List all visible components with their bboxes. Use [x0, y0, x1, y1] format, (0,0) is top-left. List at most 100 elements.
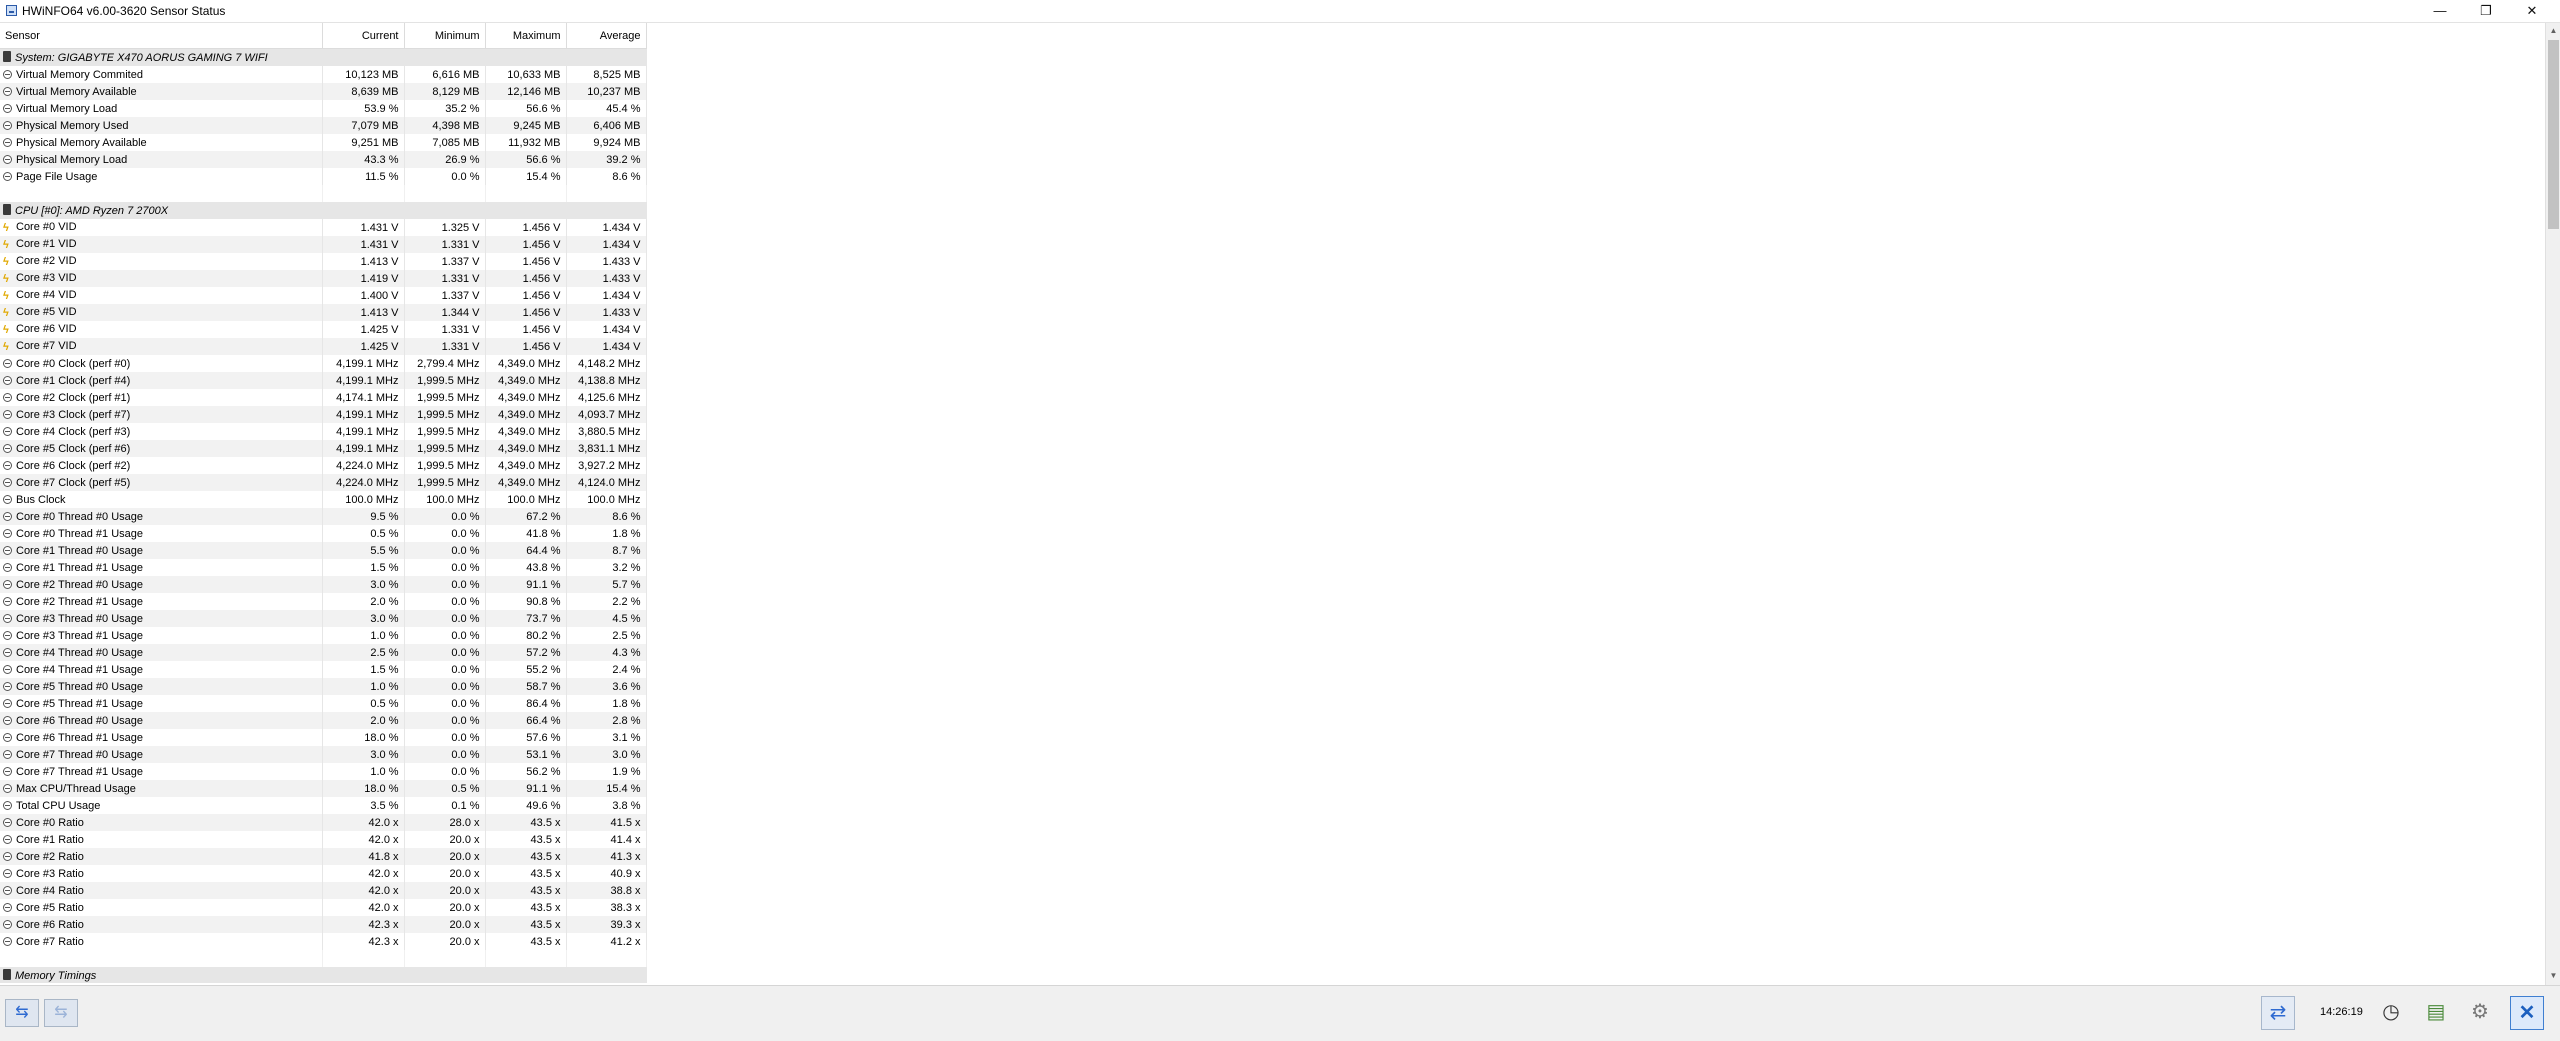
sensor-average-value: 6,406 MB — [566, 117, 647, 134]
restore-button[interactable]: ❐ — [2463, 0, 2509, 22]
sensor-row[interactable]: Core #2 Thread #1 Usage 2.0 % 0.0 % 90.8 % 2… — [0, 593, 647, 610]
sensor-row[interactable]: Core #6 Thread #1 Usage 18.0 % 0.0 % 57.6 %… — [0, 729, 647, 746]
chip-icon — [3, 203, 11, 215]
circle-icon — [3, 732, 12, 742]
circle-icon — [3, 579, 12, 589]
sensor-row[interactable]: ϟ Core #5 VID 1.413 V 1.344 V 1.456 V 1.433 V — [0, 304, 647, 321]
column-header-minimum[interactable]: Minimum — [404, 23, 486, 49]
sensor-row[interactable]: Virtual Memory Load 53.9 % 35.2 % 56.6 % 45.… — [0, 100, 647, 117]
sensor-row[interactable]: Core #0 Thread #1 Usage 0.5 % 0.0 % 41.8 % 1… — [0, 525, 647, 542]
sensor-row[interactable]: Core #0 Thread #0 Usage 9.5 % 0.0 % 67.2 % 8… — [0, 508, 647, 525]
column-header-current[interactable]: Current — [322, 23, 405, 49]
sensor-row[interactable]: Core #5 Clock (perf #6) 4,199.1 MHz 1,999.… — [0, 440, 647, 457]
sensor-row[interactable]: Core #7 Ratio 42.3 x 20.0 x 43.5 x 41.2 x — [0, 933, 647, 950]
sensor-row[interactable]: Core #5 Thread #1 Usage 0.5 % 0.0 % 86.4 % 1… — [0, 695, 647, 712]
group-empty-cell — [404, 202, 486, 219]
sensor-row[interactable]: Physical Memory Load 43.3 % 26.9 % 56.6 % 39… — [0, 151, 647, 168]
sensor-current-value: 3.5 % — [322, 797, 405, 814]
sensor-group-row[interactable]: Memory Timings — [0, 967, 647, 983]
sensor-row[interactable]: ϟ Core #4 VID 1.400 V 1.337 V 1.456 V 1.434 V — [0, 287, 647, 304]
sensor-average-value: 41.2 x — [566, 933, 647, 950]
sensor-label: Core #1 Thread #1 Usage — [16, 561, 143, 574]
scroll-thumb[interactable] — [2548, 40, 2559, 229]
sensor-row[interactable]: ϟ Core #0 VID 1.431 V 1.325 V 1.456 V 1.434 V — [0, 219, 647, 236]
sensor-current-value: 4,199.1 MHz — [322, 406, 405, 423]
sensor-row[interactable]: Virtual Memory Available 8,639 MB 8,129 MB… — [0, 83, 647, 100]
circle-icon — [3, 885, 12, 895]
navigate-prev-button[interactable]: ⇆ — [5, 999, 39, 1027]
sensor-row[interactable]: Core #6 Thread #0 Usage 2.0 % 0.0 % 66.4 % 2… — [0, 712, 647, 729]
sensor-row[interactable]: Total CPU Usage 3.5 % 0.1 % 49.6 % 3.8 % — [0, 797, 647, 814]
sensor-row[interactable]: Core #4 Clock (perf #3) 4,199.1 MHz 1,999.… — [0, 423, 647, 440]
column-header-sensor[interactable]: Sensor — [0, 23, 323, 49]
sensor-group-row[interactable]: CPU [#0]: AMD Ryzen 7 2700X — [0, 202, 647, 219]
sensor-row[interactable]: ϟ Core #3 VID 1.419 V 1.331 V 1.456 V 1.433 V — [0, 270, 647, 287]
sensor-row[interactable]: Max CPU/Thread Usage 18.0 % 0.5 % 91.1 % 15.… — [0, 780, 647, 797]
sensor-row[interactable]: Core #7 Thread #1 Usage 1.0 % 0.0 % 56.2 % 1… — [0, 763, 647, 780]
sensor-row[interactable]: Physical Memory Available 9,251 MB 7,085 M… — [0, 134, 647, 151]
sensor-row[interactable]: Core #7 Thread #0 Usage 3.0 % 0.0 % 53.1 % 3… — [0, 746, 647, 763]
sensor-maximum-value: 11,932 MB — [485, 134, 567, 151]
sensor-maximum-value: 12,146 MB — [485, 83, 567, 100]
exit-button[interactable]: ✕ — [2510, 996, 2544, 1030]
sensor-current-value: 1.5 % — [322, 559, 405, 576]
sensor-minimum-value: 20.0 x — [404, 831, 486, 848]
sensor-row[interactable]: Core #5 Thread #0 Usage 1.0 % 0.0 % 58.7 % 3… — [0, 678, 647, 695]
sensor-current-value: 9,251 MB — [322, 134, 405, 151]
scroll-down-arrow-icon[interactable]: ▼ — [2546, 968, 2560, 984]
sensor-minimum-value: 1,999.5 MHz — [404, 372, 486, 389]
sensor-row[interactable]: Core #3 Thread #0 Usage 3.0 % 0.0 % 73.7 % 4… — [0, 610, 647, 627]
save-report-button[interactable]: ▤ — [2419, 996, 2453, 1030]
sensor-row[interactable]: Core #4 Thread #0 Usage 2.5 % 0.0 % 57.2 % 4… — [0, 644, 647, 661]
vertical-scrollbar[interactable]: ▲ ▼ — [2545, 23, 2560, 985]
sensor-row[interactable]: Core #2 Thread #0 Usage 3.0 % 0.0 % 91.1 % 5… — [0, 576, 647, 593]
sensor-minimum-value: 28.0 x — [404, 814, 486, 831]
sensor-row[interactable]: Core #4 Ratio 42.0 x 20.0 x 43.5 x 38.8 x — [0, 882, 647, 899]
sensor-row[interactable]: Core #0 Clock (perf #0) 4,199.1 MHz 2,799.… — [0, 355, 647, 372]
close-button[interactable]: ✕ — [2509, 0, 2555, 22]
sensor-minimum-value: 1.337 V — [404, 253, 486, 270]
sensor-row[interactable]: Page File Usage 11.5 % 0.0 % 15.4 % 8.6 % — [0, 168, 647, 185]
settings-button[interactable]: ⚙ — [2463, 996, 2497, 1030]
sensor-current-value: 0.5 % — [322, 525, 405, 542]
network-sync-button[interactable]: ⇄ — [2261, 996, 2295, 1030]
sensor-row[interactable]: Core #2 Ratio 41.8 x 20.0 x 43.5 x 41.3 x — [0, 848, 647, 865]
sensor-group-row[interactable]: System: GIGABYTE X470 AORUS GAMING 7 WIF… — [0, 48, 647, 66]
sensor-row[interactable]: Core #0 Ratio 42.0 x 28.0 x 43.5 x 41.5 x — [0, 814, 647, 831]
sensor-minimum-value: 0.1 % — [404, 797, 486, 814]
circle-icon — [3, 698, 12, 708]
sensor-row[interactable]: Bus Clock 100.0 MHz 100.0 MHz 100.0 MHz 100.… — [0, 491, 647, 508]
column-header-maximum[interactable]: Maximum — [485, 23, 567, 49]
sensor-current-value: 1.413 V — [322, 253, 405, 270]
sensor-name-cell: Physical Memory Available — [0, 134, 323, 151]
navigate-next-button[interactable]: ⇆ — [44, 999, 78, 1027]
sensor-row[interactable]: ϟ Core #2 VID 1.413 V 1.337 V 1.456 V 1.433 V — [0, 253, 647, 270]
sensor-row[interactable]: Core #1 Ratio 42.0 x 20.0 x 43.5 x 41.4 x — [0, 831, 647, 848]
sensor-row[interactable]: Core #2 Clock (perf #1) 4,174.1 MHz 1,999.… — [0, 389, 647, 406]
sensor-row[interactable]: ϟ Core #7 VID 1.425 V 1.331 V 1.456 V 1.434 V — [0, 338, 647, 355]
sensor-row[interactable]: Core #6 Ratio 42.3 x 20.0 x 43.5 x 39.3 x — [0, 916, 647, 933]
sensor-row[interactable]: ϟ Core #6 VID 1.425 V 1.331 V 1.456 V 1.434 V — [0, 321, 647, 338]
column-header-average[interactable]: Average — [566, 23, 647, 49]
sensor-row[interactable]: Core #4 Thread #1 Usage 1.5 % 0.0 % 55.2 % 2… — [0, 661, 647, 678]
sensor-row[interactable]: Core #6 Clock (perf #2) 4,224.0 MHz 1,999.… — [0, 457, 647, 474]
sensor-row[interactable]: Core #1 Thread #0 Usage 5.5 % 0.0 % 64.4 % 8… — [0, 542, 647, 559]
sensor-row[interactable]: Core #3 Clock (perf #7) 4,199.1 MHz 1,999.… — [0, 406, 647, 423]
sensor-label: Core #2 Ratio — [16, 850, 84, 863]
sensor-row[interactable]: Virtual Memory Commited 10,123 MB 6,616 MB… — [0, 66, 647, 83]
sensor-row[interactable]: Core #3 Ratio 42.0 x 20.0 x 43.5 x 40.9 x — [0, 865, 647, 882]
group-empty-cell — [485, 202, 567, 219]
sensor-row[interactable]: Core #7 Clock (perf #5) 4,224.0 MHz 1,999.… — [0, 474, 647, 491]
sensor-label: Core #3 Thread #0 Usage — [16, 612, 143, 625]
sensor-label: Bus Clock — [16, 493, 66, 506]
scroll-up-arrow-icon[interactable]: ▲ — [2546, 23, 2560, 39]
sensor-row[interactable]: Core #5 Ratio 42.0 x 20.0 x 43.5 x 38.3 x — [0, 899, 647, 916]
sensor-row[interactable]: ϟ Core #1 VID 1.431 V 1.331 V 1.456 V 1.434 V — [0, 236, 647, 253]
minimize-button[interactable]: — — [2417, 0, 2463, 22]
circle-icon — [3, 69, 12, 79]
sensor-row[interactable]: Core #1 Clock (perf #4) 4,199.1 MHz 1,999.… — [0, 372, 647, 389]
sensor-row[interactable]: Core #3 Thread #1 Usage 1.0 % 0.0 % 80.2 % 2… — [0, 627, 647, 644]
sensor-row[interactable]: Core #1 Thread #1 Usage 1.5 % 0.0 % 43.8 % 3… — [0, 559, 647, 576]
timer-reset-button[interactable]: ◷ — [2374, 996, 2408, 1030]
sensor-row[interactable]: Physical Memory Used 7,079 MB 4,398 MB 9,24… — [0, 117, 647, 134]
